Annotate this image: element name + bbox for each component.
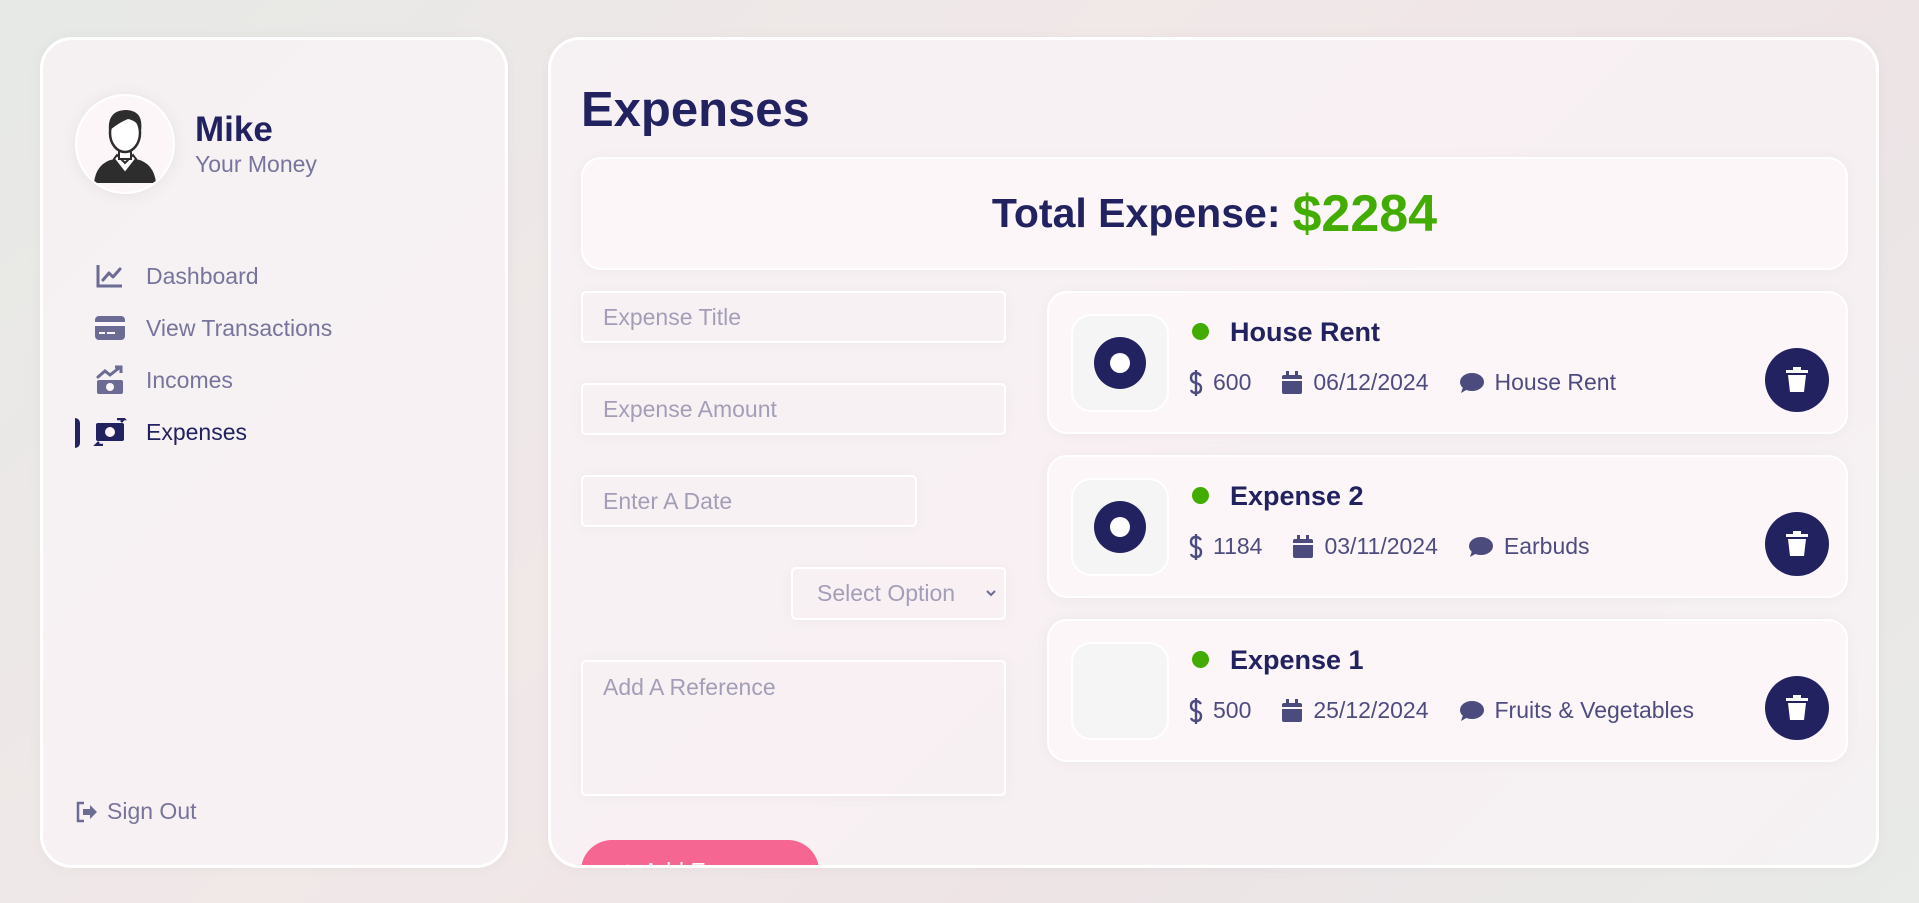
user-subtitle: Your Money: [195, 151, 317, 177]
dollar-icon: [1189, 369, 1203, 396]
user-avatar-icon: [94, 110, 156, 183]
reference-textarea[interactable]: [581, 660, 1006, 796]
status-dot: [1192, 487, 1209, 504]
status-dot: [1192, 651, 1209, 668]
comment-icon: [1459, 372, 1484, 393]
sign-out-button[interactable]: Sign Out: [75, 798, 197, 825]
total-expense-box: Total Expense: $2284: [581, 157, 1848, 270]
expense-description: House Rent: [1494, 369, 1616, 395]
circle-dot-icon: [1094, 501, 1146, 553]
expense-item: House Rent 600 06/12/2024 House Rent: [1047, 291, 1848, 434]
sidebar-menu: Dashboard View Transactions Incomes Expe…: [75, 250, 475, 458]
expense-meta: 500 25/12/2024 Fruits & Vegetables: [1189, 697, 1724, 724]
chart-line-icon: [93, 259, 127, 293]
calendar-icon: [1282, 698, 1303, 722]
delete-expense-button[interactable]: [1765, 512, 1829, 576]
sidebar-item-dashboard[interactable]: Dashboard: [75, 250, 475, 302]
credit-card-icon: [93, 311, 127, 345]
calendar-icon: [1293, 534, 1314, 558]
sidebar-item-label: Expenses: [146, 418, 248, 445]
expense-description: Earbuds: [1503, 533, 1590, 559]
total-expense-label: Total Expense:: [991, 190, 1281, 236]
delete-expense-button[interactable]: [1765, 348, 1829, 412]
page-title: Expenses: [581, 83, 810, 137]
status-dot: [1192, 323, 1209, 340]
expense-date-input[interactable]: [581, 475, 917, 527]
expense-meta: 1184 03/11/2024 Earbuds: [1189, 533, 1620, 560]
expense-category-icon: [1071, 642, 1169, 740]
expense-amount: 500: [1213, 697, 1252, 723]
expense-date: 03/11/2024: [1324, 533, 1438, 559]
user-profile: Mike Your Money: [75, 94, 317, 194]
sidebar: Mike Your Money Dashboard View Transacti…: [40, 37, 508, 868]
expense-amount: 1184: [1213, 533, 1263, 559]
expense-date: 25/12/2024: [1313, 697, 1429, 723]
user-name: Mike: [195, 110, 273, 149]
chevron-down-icon: [986, 590, 996, 597]
expense-meta: 600 06/12/2024 House Rent: [1189, 369, 1646, 396]
comment-icon: [1468, 536, 1493, 557]
sidebar-item-expenses[interactable]: Expenses: [75, 406, 475, 458]
sign-out-label: Sign Out: [107, 798, 197, 824]
money-bill-transfer-icon: [93, 415, 127, 449]
category-select-value: Select Option: [817, 580, 956, 606]
add-expense-label: Add Expense: [643, 858, 780, 866]
expense-title: House Rent: [1230, 317, 1381, 347]
main-panel: Expenses Total Expense: $2284 Select Opt…: [548, 37, 1879, 868]
expense-title: Expense 1: [1230, 645, 1364, 675]
expense-category-icon: [1071, 478, 1169, 576]
trash-icon: [1786, 695, 1808, 720]
sidebar-item-label: Dashboard: [146, 262, 259, 289]
total-expense-amount: $2284: [1292, 184, 1438, 243]
expense-amount: 600: [1213, 369, 1252, 395]
expense-item: Expense 2 1184 03/11/2024 Earbuds: [1047, 455, 1848, 598]
money-bill-trend-up-icon: [93, 363, 127, 397]
avatar: [75, 94, 175, 194]
expense-category-icon: [1071, 314, 1169, 412]
delete-expense-button[interactable]: [1765, 676, 1829, 740]
expense-description: Fruits & Vegetables: [1494, 697, 1694, 723]
sidebar-item-label: View Transactions: [146, 314, 333, 341]
trash-icon: [1786, 531, 1808, 556]
add-expense-button[interactable]: + Add Expense: [581, 840, 819, 866]
sign-out-icon: [75, 799, 101, 825]
plus-icon: +: [620, 856, 635, 866]
dollar-icon: [1189, 697, 1203, 724]
calendar-icon: [1282, 370, 1303, 394]
comment-icon: [1459, 700, 1484, 721]
expense-amount-input[interactable]: [581, 383, 1006, 435]
trash-icon: [1786, 367, 1808, 392]
sidebar-item-incomes[interactable]: Incomes: [75, 354, 475, 406]
expense-title: Expense 2: [1230, 481, 1364, 511]
sidebar-item-label: Incomes: [146, 366, 233, 393]
expense-date: 06/12/2024: [1313, 369, 1429, 395]
sidebar-item-view-transactions[interactable]: View Transactions: [75, 302, 475, 354]
circle-dot-icon: [1094, 337, 1146, 389]
expense-item: Expense 1 500 25/12/2024 Fruits & Vegeta…: [1047, 619, 1848, 762]
expense-title-input[interactable]: [581, 291, 1006, 343]
category-select[interactable]: Select Option: [791, 567, 1006, 620]
dollar-icon: [1189, 533, 1203, 560]
